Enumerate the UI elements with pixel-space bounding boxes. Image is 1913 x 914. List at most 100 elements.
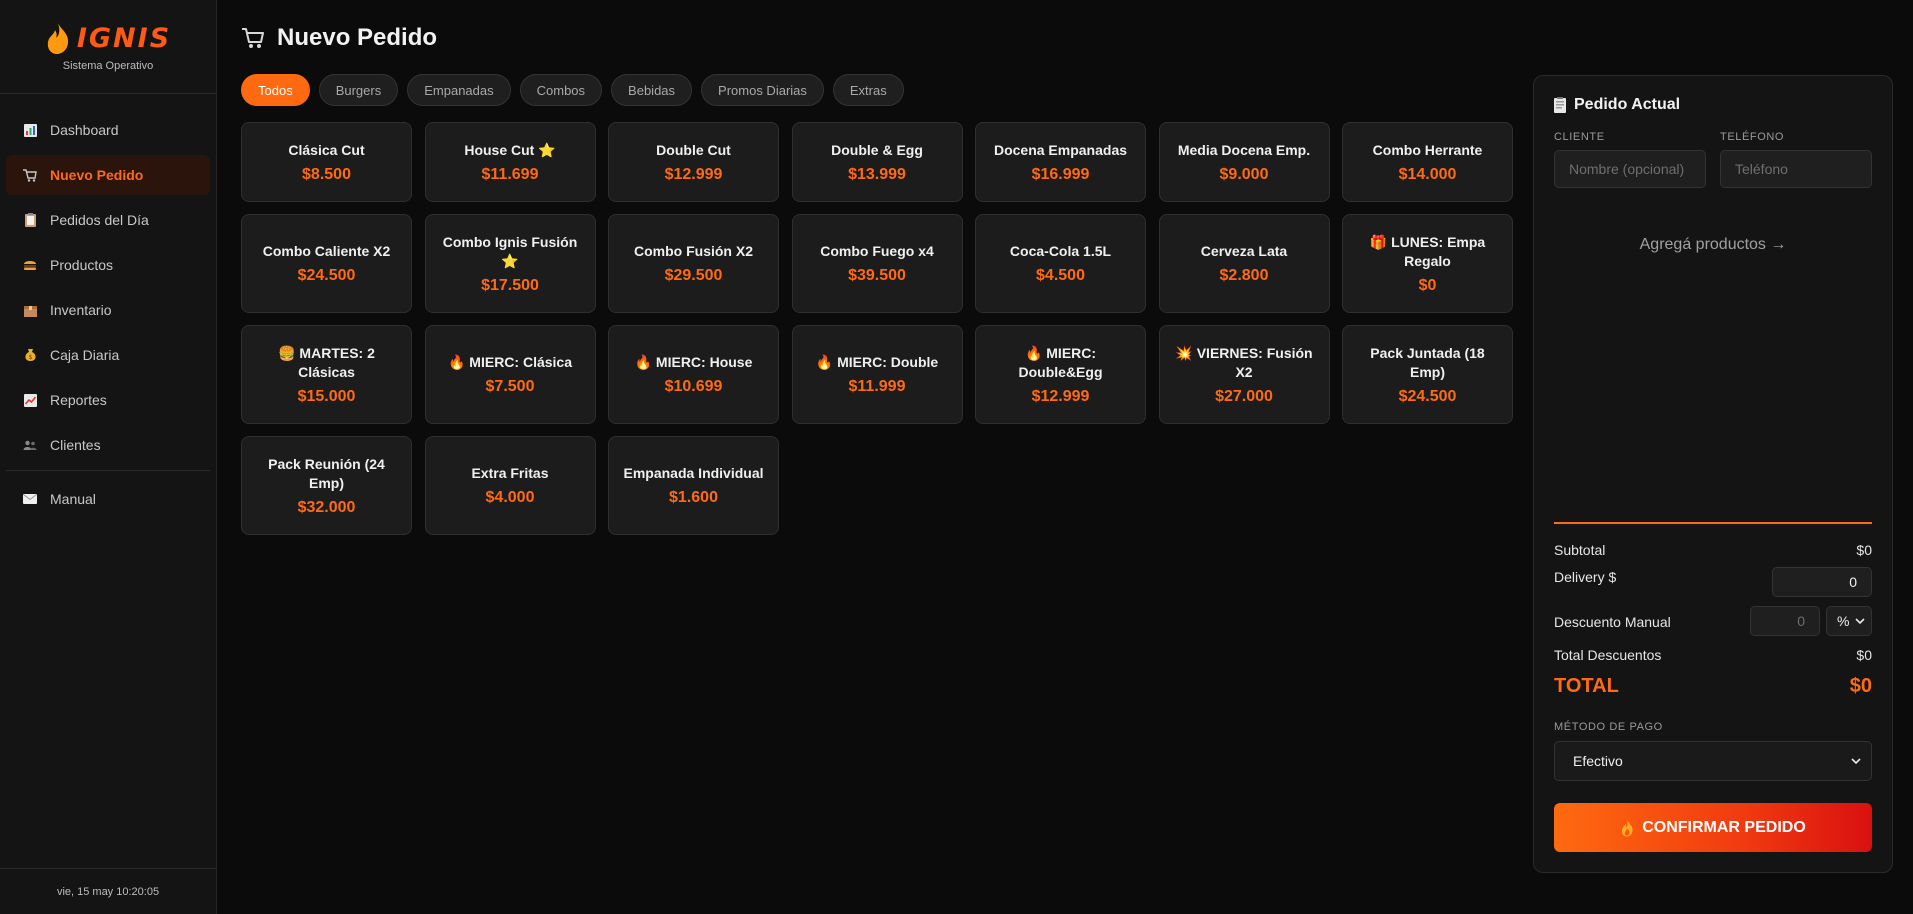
product-name: Extra Fritas [471, 465, 549, 481]
product-card[interactable]: Clásica Cut $8.500 [241, 122, 412, 202]
category-tabs: Todos Burgers Empanadas Combos Bebidas P… [241, 74, 904, 106]
product-card[interactable]: Combo Fuego x4 $39.500 [791, 214, 963, 313]
sidebar: IGNIS Sistema Operativo Dashboard Nuevo … [0, 0, 217, 914]
tab-combos[interactable]: Combos [519, 74, 603, 106]
chevron-down-icon [1851, 758, 1861, 764]
product-name: Double Cut [656, 141, 731, 158]
payment-method-select[interactable]: Efectivo [1554, 741, 1872, 781]
product-name: 🔥 MIERC: Clásica [447, 354, 573, 370]
product-card[interactable]: Pack Juntada (18 Emp) $24.500 [1342, 325, 1513, 424]
product-card[interactable]: 🍔 MARTES: 2 Clásicas $15.000 [241, 325, 412, 424]
product-card[interactable]: Empanada Individual $1.600 [608, 436, 779, 535]
sidebar-item-label: Caja Diaria [50, 347, 120, 363]
sidebar-item-nuevo-pedido[interactable]: Nuevo Pedido [6, 155, 210, 195]
product-card[interactable]: Cerveza Lata $2.800 [1158, 214, 1330, 313]
sidebar-nav: Dashboard Nuevo Pedido Pedidos del Día P… [0, 94, 216, 519]
tab-bebidas[interactable]: Bebidas [611, 74, 693, 106]
product-price: $24.500 [1398, 387, 1457, 405]
fire-icon [1622, 819, 1633, 836]
product-name: 🔥 MIERC: Double [815, 354, 939, 370]
tab-promos-diarias[interactable]: Promos Diarias [701, 74, 824, 106]
product-card[interactable]: Combo Caliente X2 $24.500 [241, 214, 412, 313]
burger-icon [22, 257, 38, 273]
product-price: $24.500 [297, 267, 356, 284]
tab-burgers[interactable]: Burgers [318, 74, 399, 106]
discount-label: Descuento Manual [1554, 614, 1671, 630]
sidebar-item-inventario[interactable]: Inventario [6, 290, 210, 330]
sidebar-item-dashboard[interactable]: Dashboard [6, 110, 210, 150]
product-card[interactable]: Extra Fritas $4.000 [424, 436, 596, 535]
product-name: 🎁 LUNES: Empa Regalo [1369, 233, 1486, 269]
product-card[interactable]: 🔥 MIERC: Double $11.999 [791, 325, 963, 424]
product-name: 🍔 MARTES: 2 Clásicas [278, 344, 375, 380]
payment-method-label: MÉTODO DE PAGO [1554, 721, 1663, 733]
sidebar-item-reportes[interactable]: Reportes [6, 380, 210, 420]
mail-icon [22, 491, 38, 507]
product-name: Clásica Cut [288, 141, 365, 158]
client-name-input[interactable] [1554, 150, 1706, 188]
product-price: $11.699 [481, 165, 539, 183]
sidebar-item-caja-diaria[interactable]: $ Caja Diaria [6, 335, 210, 375]
tab-empanadas[interactable]: Empanadas [407, 74, 511, 106]
tab-todos[interactable]: Todos [241, 74, 310, 106]
total-discounts-label: Total Descuentos [1554, 647, 1662, 663]
sidebar-item-label: Clientes [50, 437, 101, 453]
product-price: $7.500 [485, 378, 535, 395]
product-card[interactable]: Double Cut $12.999 [608, 122, 779, 202]
product-price: $1.600 [669, 489, 718, 506]
confirm-order-button[interactable]: CONFIRMAR PEDIDO [1554, 803, 1872, 852]
product-price: $13.999 [848, 165, 906, 183]
sidebar-item-clientes[interactable]: Clientes [6, 425, 210, 465]
receipt-icon [1554, 97, 1566, 113]
payment-method-value: Efectivo [1573, 753, 1623, 769]
product-card[interactable]: Coca-Cola 1.5L $4.500 [975, 214, 1146, 313]
total-discounts-value: $0 [1856, 647, 1872, 663]
product-card[interactable]: 🔥 MIERC: Clásica $7.500 [424, 325, 596, 424]
product-name: Double & Egg [831, 141, 923, 158]
product-card[interactable]: 🔥 MIERC: Double&Egg $12.999 [975, 325, 1146, 424]
sidebar-item-label: Productos [50, 257, 114, 273]
product-card[interactable]: Combo Fusión X2 $29.500 [608, 214, 779, 313]
product-price: $4.500 [1036, 267, 1085, 284]
order-title: Pedido Actual [1574, 96, 1681, 113]
discount-type-select[interactable]: % [1826, 606, 1872, 636]
product-name: Empanada Individual [623, 465, 764, 481]
product-card[interactable]: Pack Reunión (24 Emp) $32.000 [241, 436, 412, 535]
product-card[interactable]: Combo Ignis Fusión ⭐ $17.500 [424, 214, 596, 313]
order-header: Pedido Actual [1554, 96, 1680, 114]
sidebar-datetime: vie, 15 may 10:20:05 [0, 868, 216, 914]
total-discounts-row: Total Descuentos $0 [1554, 647, 1872, 663]
product-price: $16.999 [1031, 165, 1090, 183]
product-name: Cerveza Lata [1200, 243, 1288, 259]
product-card[interactable]: Docena Empanadas $16.999 [975, 122, 1146, 202]
total-label: TOTAL [1554, 675, 1619, 697]
confirm-order-label: CONFIRMAR PEDIDO [1642, 818, 1806, 836]
discount-input[interactable]: 0 [1750, 606, 1820, 636]
discount-type-value: % [1837, 613, 1850, 629]
product-card[interactable]: 🎁 LUNES: Empa Regalo $0 [1342, 214, 1513, 313]
product-card[interactable]: 🔥 MIERC: House $10.699 [608, 325, 779, 424]
phone-input[interactable] [1720, 150, 1872, 188]
product-price: $12.999 [664, 165, 723, 183]
sidebar-item-manual[interactable]: Manual [6, 479, 210, 519]
sidebar-item-pedidos-del-dia[interactable]: Pedidos del Día [6, 200, 210, 240]
order-divider [1554, 522, 1872, 524]
product-price: $12.999 [1031, 387, 1090, 405]
product-name: Pack Reunión (24 Emp) [268, 455, 385, 491]
bar-chart-icon [22, 122, 38, 138]
product-card[interactable]: Combo Herrante $14.000 [1342, 122, 1513, 202]
product-card[interactable]: House Cut ⭐ $11.699 [424, 122, 596, 202]
flame-logo-icon [47, 23, 68, 54]
product-card[interactable]: Media Docena Emp. $9.000 [1158, 122, 1330, 202]
sidebar-item-productos[interactable]: Productos [6, 245, 210, 285]
empty-order-message: Agregá productos → [1639, 236, 1787, 253]
product-card[interactable]: Double & Egg $13.999 [791, 122, 963, 202]
product-card[interactable]: 💥 VIERNES: Fusión X2 $27.000 [1158, 325, 1330, 424]
sidebar-item-label: Reportes [50, 392, 107, 408]
tab-extras[interactable]: Extras [832, 74, 904, 106]
sidebar-item-label: Nuevo Pedido [50, 167, 144, 183]
delivery-input[interactable]: 0 [1772, 567, 1872, 597]
cart-icon [242, 28, 264, 48]
product-grid: Clásica Cut $8.500 House Cut ⭐ $11.699 Dou… [241, 122, 1513, 547]
box-icon [22, 302, 38, 318]
